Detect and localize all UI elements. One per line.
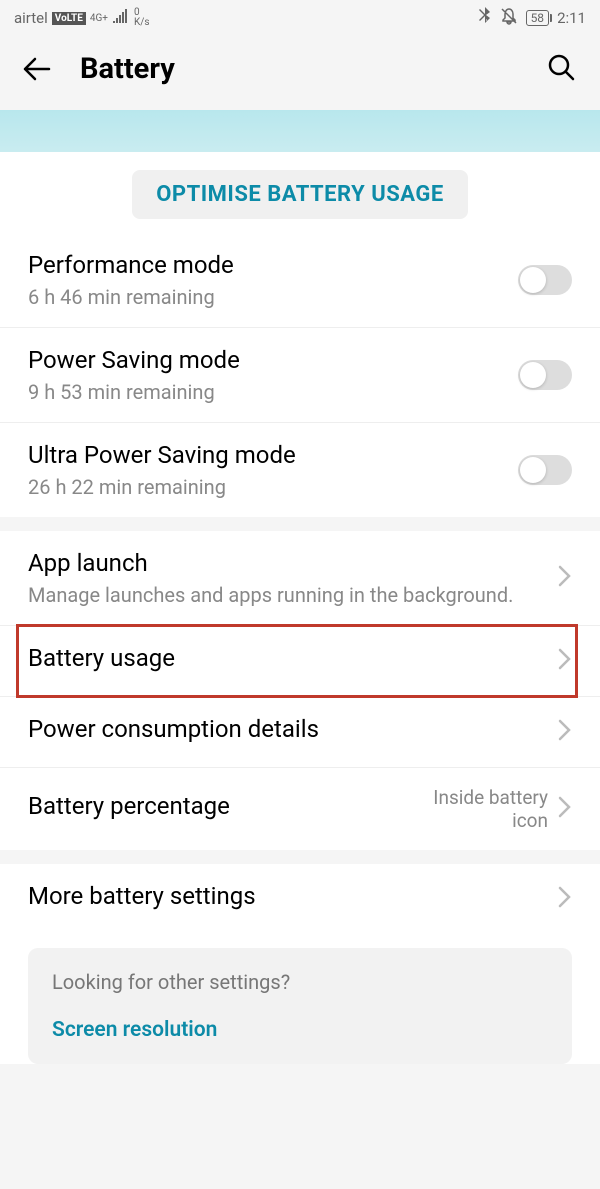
chevron-right-icon [558, 796, 572, 822]
item-title: Battery percentage [28, 792, 408, 820]
dnd-icon [500, 7, 518, 29]
power-saving-mode-item[interactable]: Power Saving mode 9 h 53 min remaining [0, 328, 600, 423]
performance-mode-item[interactable]: Performance mode 6 h 46 min remaining [0, 233, 600, 328]
back-button[interactable] [20, 53, 52, 85]
header: Battery [0, 36, 600, 110]
data-speed: 0 K/s [134, 8, 150, 28]
chevron-right-icon [558, 648, 572, 674]
ultra-power-saving-mode-item[interactable]: Ultra Power Saving mode 26 h 22 min rema… [0, 423, 600, 517]
item-title: Power consumption details [28, 715, 558, 743]
item-subtitle: 6 h 46 min remaining [28, 285, 518, 309]
item-text: Power consumption details [28, 715, 558, 749]
item-text: App launch Manage launches and apps runn… [28, 549, 558, 607]
content-section-2: App launch Manage launches and apps runn… [0, 531, 600, 850]
ultra-power-saving-toggle[interactable] [518, 455, 572, 485]
app-launch-item[interactable]: App launch Manage launches and apps runn… [0, 531, 600, 626]
status-left: airtel VoLTE 4G+ 0 K/s [14, 8, 150, 28]
network-type: 4G+ [90, 13, 108, 24]
performance-mode-toggle[interactable] [518, 265, 572, 295]
signal-icon [112, 9, 130, 27]
screen-resolution-link[interactable]: Screen resolution [52, 1018, 548, 1042]
item-text: Battery usage [28, 644, 558, 678]
battery-percentage-value: Inside battery icon [408, 786, 548, 832]
item-text: More battery settings [28, 882, 558, 916]
power-consumption-item[interactable]: Power consumption details [0, 697, 600, 768]
item-subtitle: 9 h 53 min remaining [28, 380, 518, 404]
item-title: Battery usage [28, 644, 558, 672]
item-text: Battery percentage [28, 792, 408, 826]
battery-usage-item[interactable]: Battery usage [0, 626, 600, 697]
item-title: More battery settings [28, 882, 558, 910]
volte-badge: VoLTE [52, 12, 86, 25]
optimise-battery-button[interactable]: OPTIMISE BATTERY USAGE [132, 170, 468, 219]
content-section-3: More battery settings Looking for other … [0, 864, 600, 1064]
battery-icon: 58 [526, 10, 550, 26]
status-right: 58 2:11 [478, 7, 586, 29]
clock: 2:11 [557, 9, 586, 27]
item-subtitle: Manage launches and apps running in the … [28, 583, 558, 607]
chevron-right-icon [558, 565, 572, 591]
chevron-right-icon [558, 886, 572, 912]
item-text: Performance mode 6 h 46 min remaining [28, 251, 518, 309]
content-section: OPTIMISE BATTERY USAGE Performance mode … [0, 152, 600, 517]
info-card-question: Looking for other settings? [52, 970, 548, 994]
item-title: Power Saving mode [28, 346, 518, 374]
optimise-wrap: OPTIMISE BATTERY USAGE [0, 152, 600, 233]
section-divider [0, 517, 600, 531]
item-text: Power Saving mode 9 h 53 min remaining [28, 346, 518, 404]
info-card: Looking for other settings? Screen resol… [28, 948, 572, 1064]
item-title: Performance mode [28, 251, 518, 279]
status-bar: airtel VoLTE 4G+ 0 K/s 58 2:11 [0, 0, 600, 36]
page-title: Battery [80, 52, 518, 86]
battery-percentage-item[interactable]: Battery percentage Inside battery icon [0, 768, 600, 850]
more-battery-settings-item[interactable]: More battery settings [0, 864, 600, 934]
battery-graph-banner [0, 110, 600, 152]
power-saving-toggle[interactable] [518, 360, 572, 390]
item-text: Ultra Power Saving mode 26 h 22 min rema… [28, 441, 518, 499]
item-subtitle: 26 h 22 min remaining [28, 475, 518, 499]
section-divider [0, 850, 600, 864]
bluetooth-icon [478, 7, 492, 29]
search-button[interactable] [546, 52, 580, 86]
chevron-right-icon [558, 719, 572, 745]
carrier-label: airtel [14, 9, 48, 27]
item-title: Ultra Power Saving mode [28, 441, 518, 469]
item-title: App launch [28, 549, 558, 577]
